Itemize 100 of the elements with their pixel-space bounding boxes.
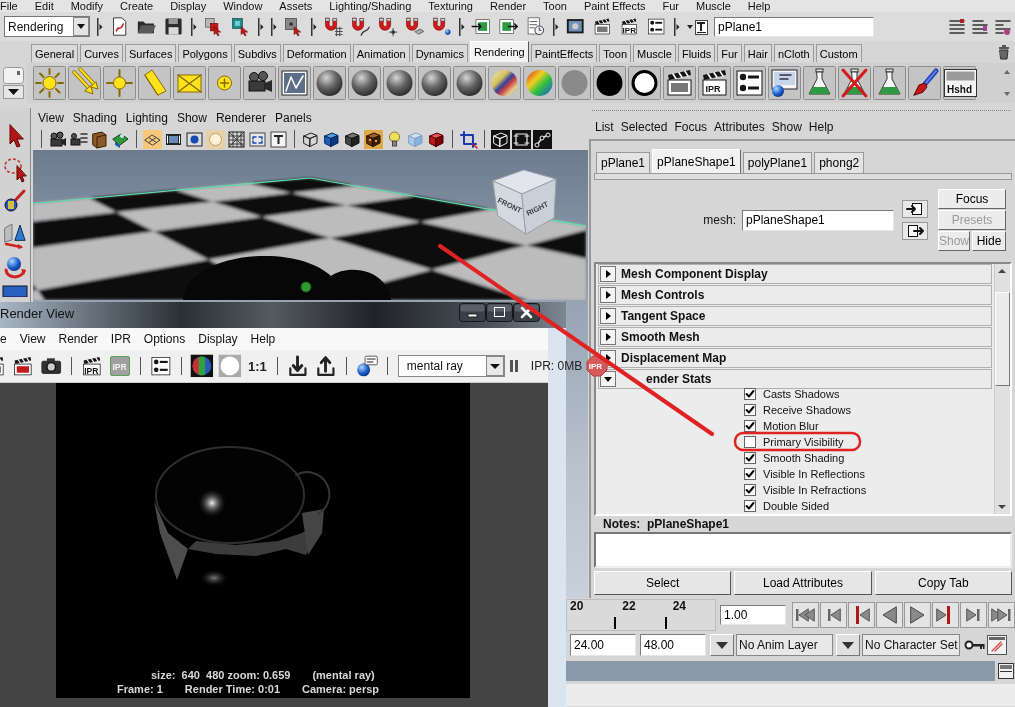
next-key-icon[interactable] — [932, 602, 959, 628]
shelf-tab[interactable]: Rendering — [469, 41, 529, 62]
shelf-menu-icon[interactable] — [3, 85, 24, 99]
footer-button[interactable]: Load Attributes — [734, 571, 872, 595]
checkbox-label[interactable]: Motion Blur — [763, 420, 819, 432]
menu-item[interactable]: Render — [52, 332, 105, 346]
triangle-right-icon[interactable] — [600, 329, 616, 345]
menu-item[interactable]: Display — [192, 332, 245, 346]
menu-item[interactable]: Lighting/Shading — [321, 0, 421, 12]
render-settings-icon[interactable] — [733, 66, 766, 100]
ipr-render-button[interactable]: IPR — [619, 16, 640, 37]
xray-cube-icon[interactable] — [491, 129, 510, 149]
menu-item[interactable]: Panels — [270, 111, 317, 125]
menu-item[interactable]: List — [592, 120, 618, 134]
clapperboard-icon[interactable] — [592, 16, 613, 37]
flat-cube-icon[interactable] — [343, 129, 362, 149]
collapse-arrow-icon[interactable] — [310, 15, 317, 38]
checkbox-label[interactable]: Visible In Refractions — [763, 484, 867, 496]
arrows-icon[interactable] — [68, 66, 101, 100]
checkbox[interactable] — [744, 468, 756, 480]
menu-item[interactable]: Muscle — [687, 0, 740, 12]
menu-item[interactable]: View — [34, 111, 69, 125]
shelf-tab[interactable]: Hair — [743, 44, 772, 62]
shelf-tab[interactable]: Animation — [352, 44, 410, 62]
shelf-tab[interactable]: General — [31, 44, 79, 62]
menu-item[interactable]: Assets — [271, 0, 322, 12]
dropdown-button[interactable] — [836, 634, 860, 656]
triangle-right-icon[interactable] — [600, 287, 616, 303]
collapse-arrow-icon[interactable] — [257, 15, 264, 38]
node-tab[interactable]: pPlaneShape1 — [652, 149, 741, 173]
triangle-right-icon[interactable] — [600, 266, 616, 282]
channels-icon[interactable] — [190, 354, 214, 378]
crossed-flask-icon[interactable] — [838, 66, 871, 100]
collapse-arrow-icon[interactable] — [270, 15, 277, 38]
book-icon[interactable] — [90, 129, 109, 149]
collapse-arrow-icon[interactable] — [552, 15, 559, 38]
shelf-tab[interactable]: Dynamics — [411, 44, 468, 62]
checkbox-label[interactable]: Double Sided — [763, 500, 830, 512]
menu-item[interactable]: Create — [112, 0, 163, 12]
safe-frame-icon[interactable] — [248, 129, 267, 149]
menu-item[interactable]: Toon — [535, 0, 576, 12]
flask-icon[interactable] — [873, 66, 906, 100]
trash-icon[interactable] — [997, 43, 1011, 60]
shelf-tab[interactable]: Fluids — [677, 44, 716, 62]
shelf-tabs-icon[interactable] — [3, 67, 24, 84]
checkbox-label[interactable]: Casts Shadows — [763, 388, 840, 400]
collapse-arrow-icon[interactable] — [673, 15, 680, 38]
scrollbar-track[interactable] — [994, 264, 1010, 514]
node-name-field[interactable]: pPlaneShape1 — [742, 209, 894, 231]
crop-frame-icon[interactable] — [459, 129, 478, 149]
collapse-arrow-icon[interactable] — [96, 15, 103, 38]
sun-icon[interactable] — [33, 66, 66, 100]
node-tab[interactable]: polyPlane1 — [742, 152, 813, 173]
shelf-tab[interactable]: Custom — [815, 44, 862, 62]
section-header[interactable]: Tangent Space — [598, 306, 992, 326]
renderer-dropdown[interactable]: mental ray — [397, 355, 505, 377]
field-chart-icon[interactable] — [227, 129, 246, 149]
actual-size-button[interactable]: 1:1 — [246, 358, 269, 374]
ipr-render-button[interactable]: IPR — [698, 66, 731, 100]
step-back-icon[interactable] — [820, 602, 847, 628]
texture-sheet-icon[interactable] — [278, 66, 311, 100]
shelf-tab[interactable]: Subdivs — [233, 44, 281, 62]
shelf-tab[interactable]: Curves — [80, 44, 123, 62]
checkbox-label[interactable]: Visible In Reflections — [763, 468, 865, 480]
checkbox-label[interactable]: Receive Shadows — [763, 404, 852, 416]
scroll-thumb[interactable] — [995, 292, 1010, 386]
xray-frame-icon[interactable] — [512, 129, 531, 149]
footer-button[interactable]: Copy Tab — [874, 571, 1012, 595]
wireframe-cube-icon[interactable] — [301, 129, 320, 149]
pause-icon[interactable] — [508, 359, 519, 373]
menu-set-dropdown[interactable]: Rendering — [4, 16, 90, 37]
menu-item[interactable]: View — [13, 332, 53, 346]
magnet-grid-icon[interactable] — [323, 16, 344, 37]
notes-field[interactable] — [594, 532, 1012, 568]
menu-item[interactable]: Lighting — [121, 111, 173, 125]
menu-item[interactable]: Modify — [62, 0, 113, 12]
cone-icon[interactable] — [138, 66, 171, 100]
menu-item[interactable]: Fur — [654, 0, 688, 12]
shelf-tab[interactable]: Muscle — [633, 44, 676, 62]
play-forward-icon[interactable] — [904, 602, 931, 628]
checkbox[interactable] — [744, 436, 756, 448]
node-tab[interactable]: pPlane1 — [596, 152, 651, 173]
clapperboard-icon[interactable] — [0, 354, 7, 378]
camera-icon[interactable] — [48, 129, 67, 149]
editor-button[interactable]: Focus — [938, 189, 1006, 209]
checkbox[interactable] — [744, 388, 756, 400]
shelf-tab[interactable]: PaintEffects — [530, 44, 598, 62]
menu-item[interactable]: Edit — [26, 0, 63, 12]
checkbox[interactable] — [744, 484, 756, 496]
paintbrush-icon[interactable] — [908, 66, 941, 100]
letter-t-icon[interactable] — [269, 129, 288, 149]
select-hierarchy-icon[interactable] — [203, 16, 224, 37]
resolution-gate-icon[interactable] — [185, 129, 204, 149]
solid-cube-icon[interactable] — [427, 129, 446, 149]
menu-item[interactable]: Attributes — [711, 120, 769, 134]
ring-icon[interactable] — [628, 66, 661, 100]
grid-icon[interactable] — [143, 129, 162, 149]
maximize-icon[interactable] — [486, 303, 513, 322]
menu-item[interactable]: Help — [739, 0, 780, 12]
section-header[interactable]: Mesh Controls — [598, 285, 992, 305]
